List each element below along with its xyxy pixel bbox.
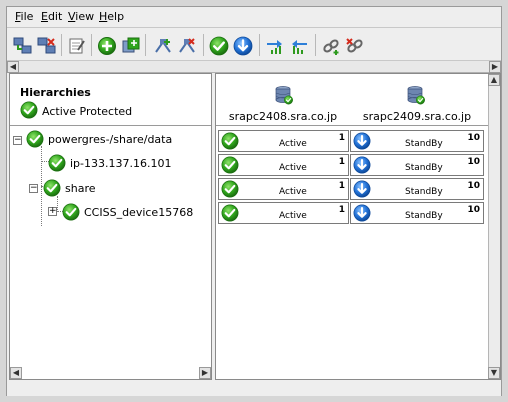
priority-value: 1	[338, 181, 345, 191]
standby-status-icon	[353, 132, 371, 150]
menu-view[interactable]: View	[68, 10, 94, 23]
tree-expander[interactable]: +	[48, 207, 57, 216]
status-label: StandBy	[405, 139, 443, 149]
active-status-icon	[26, 130, 44, 148]
active-status-icon	[62, 203, 80, 221]
connect-server-icon[interactable]	[13, 36, 33, 56]
hierarchy-pane: Hierarchies Active Protected − powergres…	[9, 73, 212, 380]
vertical-scrollbar[interactable]: ▲ ▼	[488, 74, 500, 379]
priority-value: 10	[467, 157, 480, 167]
server-db-icon	[274, 84, 294, 106]
toolbar-separator	[91, 34, 92, 56]
create-dependency-icon[interactable]	[321, 36, 341, 56]
properties-icon[interactable]	[67, 36, 87, 56]
scroll-left-button[interactable]: ◀	[7, 61, 19, 73]
priority-value: 1	[338, 205, 345, 215]
server-column-2[interactable]: srapc2409.sra.co.jp	[350, 74, 484, 126]
create-resource-icon[interactable]	[97, 36, 117, 56]
server-name: srapc2408.sra.co.jp	[228, 110, 338, 123]
status-cell-standby[interactable]: StandBy 10	[350, 202, 484, 224]
downgrade-priority-icon[interactable]	[289, 36, 309, 56]
server-header: srapc2408.sra.co.jp srapc2409.sra.co.jp	[216, 74, 500, 126]
priority-value: 10	[467, 133, 480, 143]
tree-connector	[57, 196, 58, 212]
status-label: Active	[279, 139, 307, 149]
priority-value: 10	[467, 205, 480, 215]
active-status-icon	[221, 204, 239, 222]
tree-node-label: powergres-/share/data	[48, 133, 173, 146]
disconnect-server-icon[interactable]	[37, 36, 57, 56]
status-label: StandBy	[405, 187, 443, 197]
scroll-up-button[interactable]: ▲	[488, 74, 500, 86]
status-cell-active[interactable]: Active 1	[218, 202, 349, 224]
toolbar	[7, 27, 501, 61]
active-status-icon	[221, 132, 239, 150]
tree-expander[interactable]: −	[13, 136, 22, 145]
tree-node-label: ip-133.137.16.101	[70, 157, 172, 170]
active-status-icon	[43, 179, 61, 197]
in-service-icon[interactable]	[209, 36, 229, 56]
active-status-icon	[221, 156, 239, 174]
app-window: File Edit View Help ◀ ▶ Hierarchies Acti…	[6, 6, 502, 396]
scroll-right-button[interactable]: ▶	[199, 367, 211, 379]
status-label: StandBy	[405, 163, 443, 173]
status-label: Active	[279, 163, 307, 173]
server-status-pane: srapc2408.sra.co.jp srapc2409.sra.co.jp …	[215, 73, 501, 380]
upgrade-priority-icon[interactable]	[265, 36, 285, 56]
toolbar-separator	[203, 34, 204, 56]
priority-value: 1	[338, 157, 345, 167]
server-db-icon	[406, 84, 426, 106]
scroll-left-button[interactable]: ◀	[10, 367, 22, 379]
active-status-icon	[48, 154, 66, 172]
status-cell-active[interactable]: Active 1	[218, 154, 349, 176]
toolbar-separator	[61, 34, 62, 56]
toolbar-separator	[145, 34, 146, 56]
add-comm-path-icon[interactable]	[153, 36, 173, 56]
remove-comm-path-icon[interactable]	[177, 36, 197, 56]
delete-dependency-icon[interactable]	[345, 36, 365, 56]
hierarchies-title: Hierarchies	[20, 86, 91, 99]
tree-expander[interactable]: −	[29, 184, 38, 193]
menu-edit[interactable]: Edit	[41, 10, 62, 23]
tree-node-label: share	[65, 182, 96, 195]
extend-resource-icon[interactable]	[121, 36, 141, 56]
hierarchies-status: Active Protected	[42, 105, 133, 118]
active-protected-icon	[20, 101, 38, 119]
standby-status-icon	[353, 204, 371, 222]
scroll-down-button[interactable]: ▼	[488, 367, 500, 379]
status-bar	[7, 382, 501, 396]
status-cell-standby[interactable]: StandBy 10	[350, 130, 484, 152]
standby-status-icon	[353, 156, 371, 174]
scroll-right-button[interactable]: ▶	[489, 61, 501, 73]
toolbar-separator	[315, 34, 316, 56]
server-column-1[interactable]: srapc2408.sra.co.jp	[218, 74, 348, 126]
status-label: StandBy	[405, 211, 443, 221]
hierarchies-header: Hierarchies Active Protected	[10, 74, 211, 126]
out-of-service-icon[interactable]	[233, 36, 253, 56]
toolbar-scrollbar[interactable]: ◀ ▶	[7, 61, 501, 73]
status-cell-standby[interactable]: StandBy 10	[350, 154, 484, 176]
status-label: Active	[279, 211, 307, 221]
menu-file[interactable]: File	[15, 10, 33, 23]
menu-help[interactable]: Help	[99, 10, 124, 23]
server-name: srapc2409.sra.co.jp	[362, 110, 472, 123]
status-cell-standby[interactable]: StandBy 10	[350, 178, 484, 200]
priority-value: 1	[338, 133, 345, 143]
toolbar-separator	[259, 34, 260, 56]
standby-status-icon	[353, 180, 371, 198]
status-label: Active	[279, 187, 307, 197]
status-cell-active[interactable]: Active 1	[218, 130, 349, 152]
active-status-icon	[221, 180, 239, 198]
menu-bar: File Edit View Help	[7, 7, 501, 27]
tree-node-label: CCISS_device15768	[84, 206, 194, 219]
status-cell-active[interactable]: Active 1	[218, 178, 349, 200]
priority-value: 10	[467, 181, 480, 191]
